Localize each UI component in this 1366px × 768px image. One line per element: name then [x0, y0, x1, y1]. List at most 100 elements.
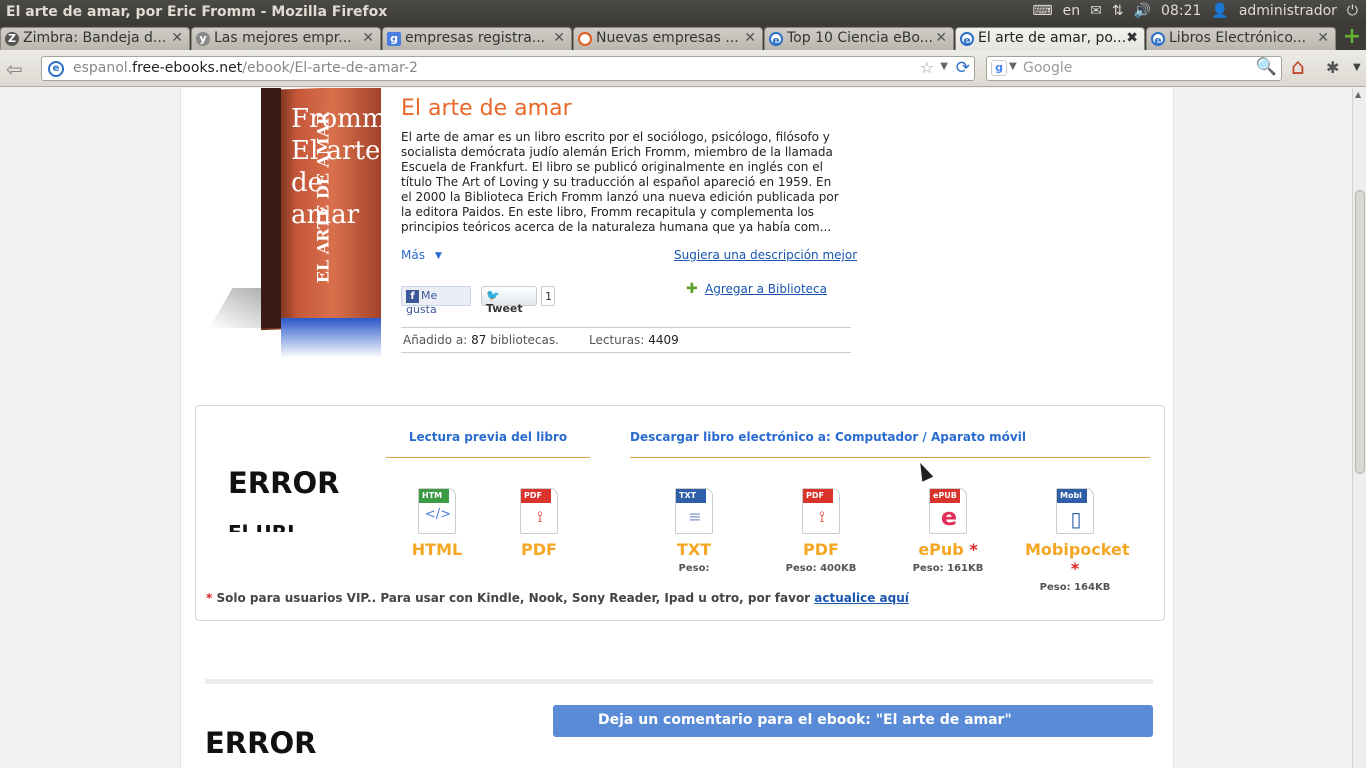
- url-dropdown-icon[interactable]: ▼: [940, 61, 948, 72]
- added-count: 87: [471, 333, 487, 347]
- format-tag: TXT: [676, 489, 706, 503]
- format-name-row: Mobipocket *: [1025, 540, 1130, 578]
- twitter-bird-icon: 🐦: [486, 289, 500, 302]
- added-stat: Añadido a: 87 bibliotecas.: [403, 333, 559, 347]
- search-bar[interactable]: g ▼ Google 🔍: [986, 56, 1282, 81]
- user-name[interactable]: administrador: [1239, 3, 1337, 19]
- tab-label: Nuevas empresas ...: [596, 30, 739, 46]
- mail-icon[interactable]: ✉: [1090, 3, 1102, 19]
- close-icon[interactable]: ✕: [1317, 30, 1329, 46]
- tab-label: El arte de amar, po...: [978, 30, 1127, 46]
- format-glyph: ≡: [688, 507, 702, 526]
- format-name: HTML: [411, 540, 463, 559]
- preview-heading: Lectura previa del libro: [386, 430, 590, 458]
- tweet-button[interactable]: 🐦Tweet: [481, 286, 537, 315]
- more-arrow-icon[interactable]: ▼: [435, 251, 442, 261]
- addon-icon[interactable]: ✱: [1326, 58, 1339, 77]
- download-box: ERROR El URL Lectura previa del libro De…: [195, 405, 1165, 621]
- error-ad-text-2: ERROR: [205, 726, 317, 760]
- keyboard-layout[interactable]: en: [1063, 3, 1081, 19]
- close-icon[interactable]: ✕: [935, 30, 947, 46]
- pdf-file-icon: PDF ⟟: [520, 488, 558, 534]
- download-heading: Descargar libro electrónico a: Computado…: [630, 430, 1150, 458]
- tab-strip: Z Zimbra: Bandeja d... ✕ y Las mejores e…: [0, 25, 1366, 50]
- tab-arte-de-amar[interactable]: e El arte de amar, po... ✖: [955, 27, 1145, 50]
- tab-mejores[interactable]: y Las mejores empr... ✕: [191, 27, 381, 50]
- format-size: Peso: 164KB: [1039, 582, 1111, 593]
- download-mobipocket-button[interactable]: Mobi ▯ Mobipocket * Peso: 164KB: [1025, 488, 1130, 593]
- format-tag: PDF: [521, 489, 551, 503]
- clock[interactable]: 08:21: [1161, 3, 1201, 19]
- download-txt-button[interactable]: TXT ≡ TXT Peso:: [644, 488, 744, 574]
- reads-count: 4409: [648, 333, 679, 347]
- search-icon[interactable]: 🔍: [1256, 57, 1277, 77]
- upgrade-link[interactable]: actualice aquí: [814, 591, 909, 605]
- facebook-like-button[interactable]: f Me gusta: [401, 286, 471, 316]
- reads-label: Lecturas:: [589, 333, 645, 347]
- html-file-icon: HTM </>: [418, 488, 456, 534]
- tab-top10[interactable]: e Top 10 Ciencia eBo... ✕: [764, 27, 954, 50]
- preview-pdf-button[interactable]: PDF ⟟ PDF: [489, 488, 589, 559]
- scroll-up-arrow-icon[interactable]: ▲: [1355, 90, 1361, 99]
- keyboard-icon[interactable]: ⌨: [1032, 3, 1052, 19]
- vip-note: * Solo para usuarios VIP.. Para usar con…: [206, 591, 909, 605]
- suggest-description-link[interactable]: Sugiera una descripción mejor: [674, 248, 857, 262]
- ebook-icon: e: [960, 32, 974, 47]
- leave-comment-button[interactable]: Deja un comentario para el ebook: "El ar…: [553, 705, 1153, 737]
- url-bar[interactable]: e espanol.free-ebooks.net/ebook/El-arte-…: [41, 56, 975, 81]
- volume-icon[interactable]: 🔊: [1134, 3, 1151, 19]
- book-stats: Añadido a: 87 bibliotecas. Lecturas: 440…: [401, 327, 851, 353]
- format-name-row: ePub *: [898, 540, 998, 559]
- tab-label: Zimbra: Bandeja d...: [23, 30, 167, 46]
- toolbar-overflow-icon[interactable]: ▼: [1353, 62, 1361, 73]
- new-tab-button[interactable]: +: [1342, 26, 1362, 48]
- home-icon[interactable]: ⌂: [1291, 55, 1305, 80]
- url-host: free-ebooks.net: [132, 60, 243, 76]
- book-title: El arte de amar: [401, 96, 572, 121]
- txt-file-icon: TXT ≡: [675, 488, 713, 534]
- google-search-engine-icon[interactable]: g: [991, 60, 1007, 76]
- network-icon[interactable]: ⇅: [1112, 3, 1124, 19]
- site-identity-icon[interactable]: e: [48, 61, 64, 77]
- ebook-icon: e: [769, 32, 783, 47]
- format-size: Peso:: [678, 563, 710, 574]
- format-glyph: ▯: [1070, 507, 1082, 531]
- tab-zimbra[interactable]: Z Zimbra: Bandeja d... ✕: [0, 27, 190, 50]
- close-icon[interactable]: ✕: [171, 30, 183, 46]
- vertical-scrollbar[interactable]: ▲: [1352, 88, 1366, 768]
- close-icon[interactable]: ✕: [553, 30, 565, 46]
- close-icon[interactable]: ✖: [1126, 30, 1138, 46]
- error-ad-text: ERROR: [228, 466, 340, 500]
- back-arrow-icon[interactable]: ⇦: [6, 57, 23, 81]
- reads-stat: Lecturas: 4409: [589, 333, 679, 347]
- close-icon[interactable]: ✕: [744, 30, 756, 46]
- engine-dropdown-icon[interactable]: ▼: [1009, 61, 1017, 72]
- tab-label: Top 10 Ciencia eBo...: [787, 30, 933, 46]
- book-cover[interactable]: EL ARTE DE AMAR Fromm El arte de amar: [209, 88, 386, 358]
- format-name: PDF: [803, 540, 839, 559]
- tab-libros-electronicos[interactable]: e Libros Electrónico... ✕: [1146, 27, 1336, 50]
- close-icon[interactable]: ✕: [362, 30, 374, 46]
- download-epub-button[interactable]: ePUB e ePub * Peso: 161KB: [898, 488, 998, 574]
- tab-nuevas-empresas[interactable]: Nuevas empresas ... ✕: [573, 27, 763, 50]
- tab-google-search[interactable]: g empresas registra... ✕: [382, 27, 572, 50]
- scrollbar-thumb[interactable]: [1355, 190, 1365, 474]
- cover-bottom-band: [281, 318, 381, 358]
- tab-label: Libros Electrónico...: [1169, 30, 1307, 46]
- add-plus-icon[interactable]: ✚: [686, 281, 698, 297]
- format-name: Mobipocket: [1025, 540, 1130, 559]
- added-suffix: bibliotecas.: [490, 333, 559, 347]
- format-glyph: </>: [424, 507, 452, 522]
- facebook-icon: f: [406, 290, 419, 303]
- window-title: El arte de amar, por Eric Fromm - Mozill…: [6, 4, 388, 20]
- zimbra-icon: Z: [5, 32, 19, 46]
- search-placeholder: Google: [1023, 60, 1073, 76]
- more-link[interactable]: Más: [401, 248, 425, 262]
- reload-icon[interactable]: ⟳: [956, 58, 970, 78]
- mobi-file-icon: Mobi ▯: [1056, 488, 1094, 534]
- preview-html-button[interactable]: HTM </> HTML: [387, 488, 487, 559]
- power-icon[interactable]: ⏻: [1347, 3, 1358, 19]
- download-pdf-button[interactable]: PDF ⟟ PDF Peso: 400KB: [771, 488, 871, 574]
- bookmark-star-icon[interactable]: ☆: [920, 58, 934, 77]
- add-to-library-link[interactable]: Agregar a Biblioteca: [705, 282, 827, 296]
